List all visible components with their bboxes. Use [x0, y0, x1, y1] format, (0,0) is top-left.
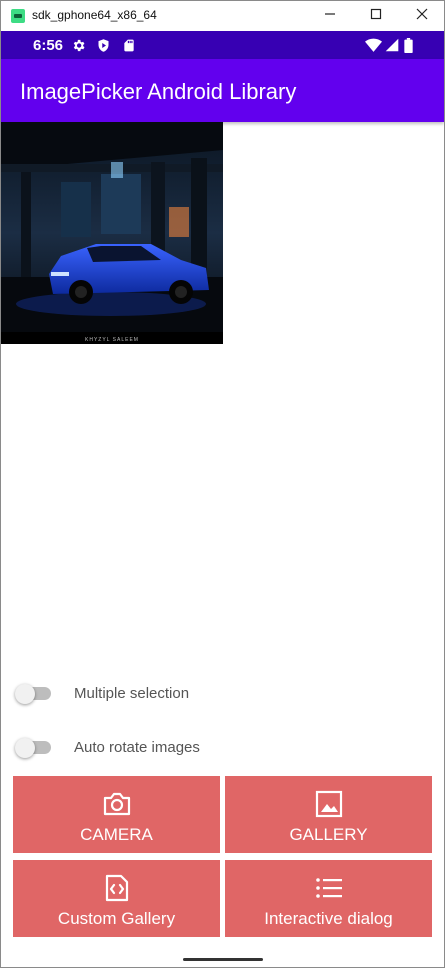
interactive-dialog-button[interactable]: Interactive dialog: [225, 860, 432, 937]
interactive-dialog-label: Interactive dialog: [264, 909, 393, 928]
wifi-icon: [365, 38, 382, 52]
auto-rotate-label: Auto rotate images: [74, 739, 200, 756]
close-icon: [416, 8, 428, 20]
app-bar: ImagePicker Android Library: [1, 59, 444, 122]
android-app-icon: [11, 9, 25, 23]
switch-thumb: [15, 684, 35, 704]
photo-watermark: KHYZYL SALEEM: [85, 337, 139, 343]
custom-gallery-label: Custom Gallery: [57, 909, 176, 928]
emulator-window: sdk_gphone64_x86_64 6:56 ImagePicker And…: [0, 0, 445, 968]
close-button[interactable]: [407, 4, 437, 28]
window-titlebar: sdk_gphone64_x86_64: [1, 1, 444, 32]
camera-icon: [103, 792, 131, 816]
status-time: 6:56: [33, 37, 64, 54]
navigation-bar: [1, 945, 444, 967]
multiple-selection-label: Multiple selection: [74, 685, 190, 702]
gear-icon: [73, 39, 85, 52]
signal-icon: [385, 38, 399, 52]
gallery-button[interactable]: GALLERY: [225, 776, 432, 853]
multiple-selection-switch[interactable]: [15, 684, 53, 704]
camera-label: CAMERA: [80, 825, 153, 844]
picked-image[interactable]: KHYZYL SALEEM: [1, 122, 223, 344]
multiple-selection-row[interactable]: Multiple selection: [15, 678, 315, 708]
window-title: sdk_gphone64_x86_64: [32, 8, 157, 22]
gallery-label: GALLERY: [289, 825, 368, 844]
minimize-icon: [325, 13, 335, 15]
maximize-button[interactable]: [361, 4, 391, 28]
sd-card-icon: [124, 39, 134, 52]
auto-rotate-switch[interactable]: [15, 738, 53, 758]
car-photo: KHYZYL SALEEM: [1, 122, 223, 344]
app-title: ImagePicker Android Library: [20, 79, 297, 104]
shield-icon: [98, 39, 109, 52]
switch-thumb: [15, 738, 35, 758]
image-icon: [315, 790, 343, 818]
code-file-icon: [105, 874, 129, 902]
status-bar: 6:56: [1, 31, 444, 59]
custom-gallery-button[interactable]: Custom Gallery: [13, 860, 220, 937]
minimize-button[interactable]: [315, 4, 345, 28]
auto-rotate-row[interactable]: Auto rotate images: [15, 732, 315, 762]
battery-icon: [404, 38, 413, 53]
camera-button[interactable]: CAMERA: [13, 776, 220, 853]
maximize-icon: [370, 8, 382, 20]
home-gesture-handle[interactable]: [183, 958, 263, 961]
list-icon: [316, 878, 342, 898]
